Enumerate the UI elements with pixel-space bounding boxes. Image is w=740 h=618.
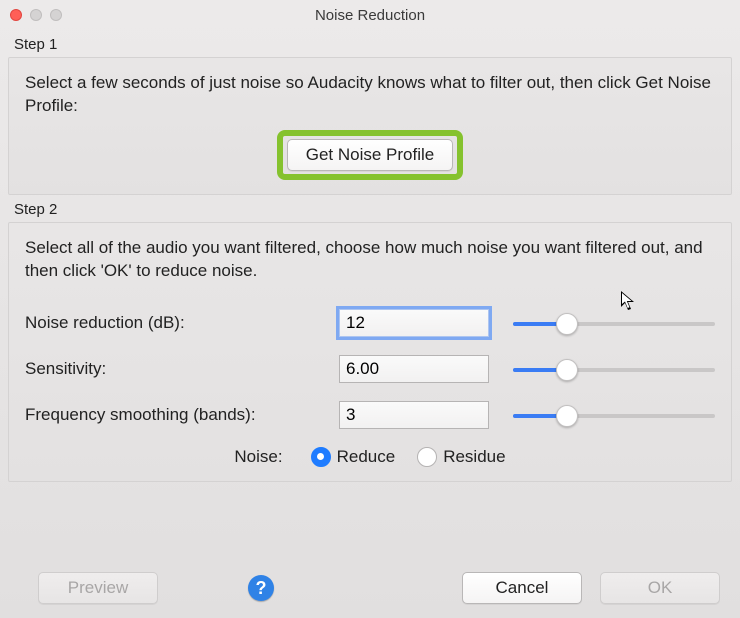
window-controls [10,9,62,21]
zoom-icon[interactable] [50,9,62,21]
sensitivity-slider[interactable] [513,359,715,379]
get-noise-profile-button[interactable]: Get Noise Profile [287,139,454,171]
dialog-footer: Preview ? Cancel OK [0,572,740,604]
noise-reduction-label: Noise reduction (dB): [25,313,325,333]
radio-reduce-label: Reduce [337,447,396,467]
radio-residue[interactable]: Residue [417,447,505,467]
sensitivity-row: Sensitivity: [25,355,715,383]
freq-smoothing-input[interactable] [339,401,489,429]
freq-smoothing-slider[interactable] [513,405,715,425]
step2-instructions: Select all of the audio you want filtere… [25,237,715,283]
sensitivity-label: Sensitivity: [25,359,325,379]
noise-reduction-slider[interactable] [513,313,715,333]
title-bar: Noise Reduction [0,0,740,30]
ok-button[interactable]: OK [600,572,720,604]
freq-smoothing-row: Frequency smoothing (bands): [25,401,715,429]
cancel-button[interactable]: Cancel [462,572,582,604]
radio-icon [311,447,331,467]
close-icon[interactable] [10,9,22,21]
step2-label: Step 2 [14,201,740,218]
minimize-icon[interactable] [30,9,42,21]
noise-mode-row: Noise: Reduce Residue [25,447,715,467]
step1-label: Step 1 [14,36,740,53]
freq-smoothing-label: Frequency smoothing (bands): [25,405,325,425]
noise-reduction-row: Noise reduction (dB): [25,309,715,337]
preview-button[interactable]: Preview [38,572,158,604]
step2-panel: Select all of the audio you want filtere… [8,222,732,482]
help-icon[interactable]: ? [248,575,274,601]
radio-reduce[interactable]: Reduce [311,447,396,467]
window-title: Noise Reduction [0,7,740,24]
radio-icon [417,447,437,467]
sensitivity-input[interactable] [339,355,489,383]
step1-panel: Select a few seconds of just noise so Au… [8,57,732,195]
radio-residue-label: Residue [443,447,505,467]
noise-mode-label: Noise: [234,447,282,467]
noise-reduction-input[interactable] [339,309,489,337]
tutorial-highlight: Get Noise Profile [277,130,464,180]
step1-instructions: Select a few seconds of just noise so Au… [25,72,715,118]
